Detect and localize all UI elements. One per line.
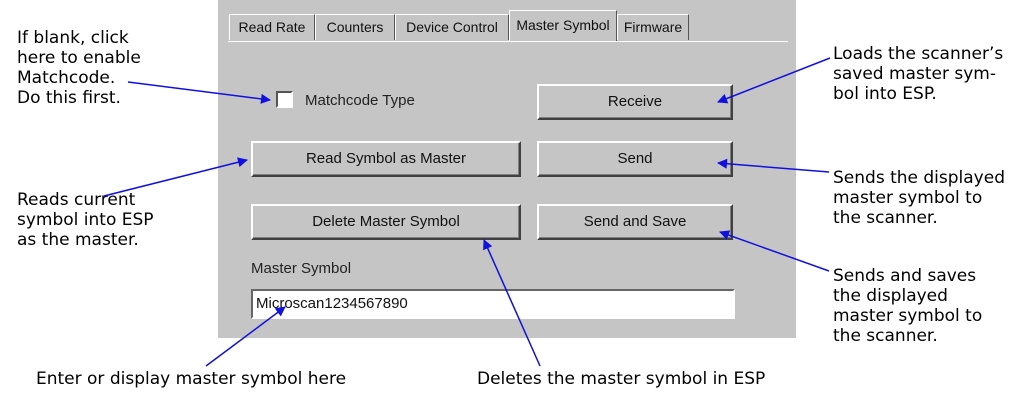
arrow-to-read-master (103, 157, 248, 197)
arrow-to-checkbox (127, 81, 271, 104)
arrow-to-receive (717, 57, 831, 104)
arrow-to-send-save (719, 230, 830, 272)
tab-master-symbol[interactable]: Master Symbol (509, 10, 617, 41)
callout-arrows (103, 57, 831, 367)
arrow-to-field (205, 306, 286, 367)
arrow-to-delete (483, 239, 541, 367)
arrow-to-send (717, 158, 830, 173)
